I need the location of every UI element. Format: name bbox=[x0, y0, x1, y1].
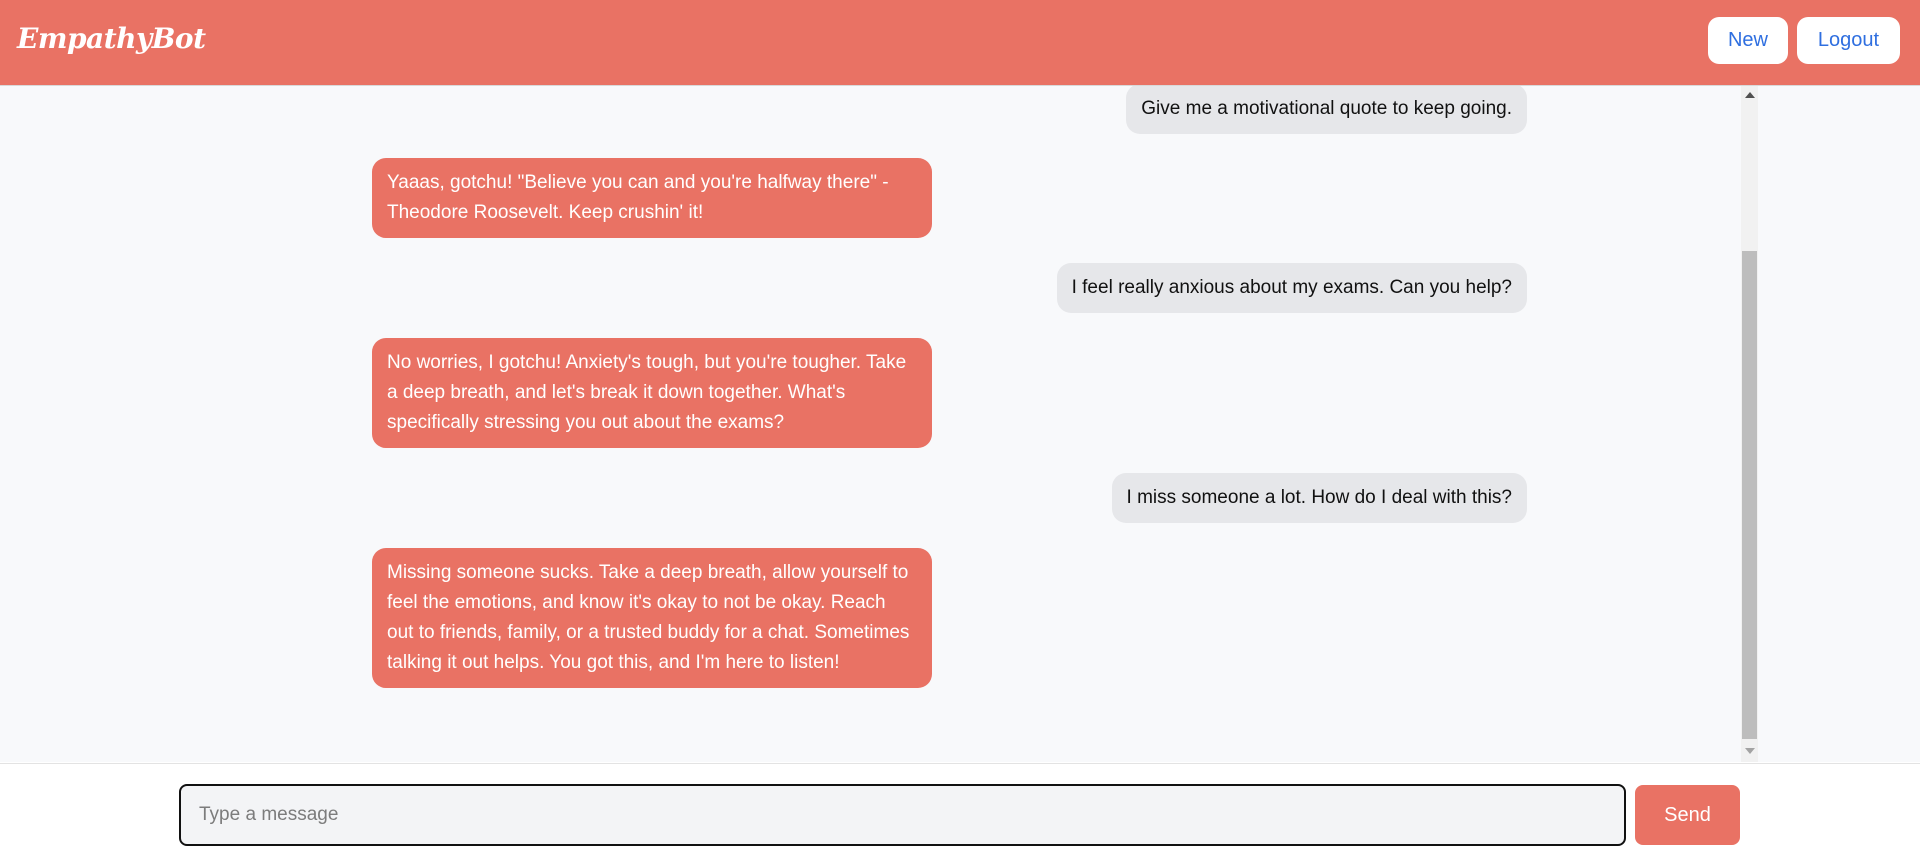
bot-message: Missing someone sucks. Take a deep breat… bbox=[372, 548, 932, 688]
message-composer: Send bbox=[0, 763, 1920, 863]
message-input[interactable] bbox=[179, 784, 1626, 846]
user-message: I miss someone a lot. How do I deal with… bbox=[1111, 473, 1527, 523]
app-header: EmpathyBot New Logout bbox=[0, 0, 1920, 86]
bot-message: Yaaas, gotchu! "Believe you can and you'… bbox=[372, 158, 932, 238]
user-message: I feel really anxious about my exams. Ca… bbox=[1056, 263, 1527, 313]
brand-logo: EmpathyBot bbox=[17, 22, 206, 55]
chat-messages[interactable]: Give me a motivational quote to keep goi… bbox=[0, 86, 1920, 762]
logout-button[interactable]: Logout bbox=[1797, 17, 1900, 64]
send-button[interactable]: Send bbox=[1635, 785, 1740, 845]
chat-scrollbar[interactable] bbox=[1741, 86, 1758, 762]
scrollbar-thumb[interactable] bbox=[1742, 251, 1757, 739]
new-chat-button[interactable]: New bbox=[1708, 17, 1788, 64]
scroll-down-arrow-icon[interactable] bbox=[1745, 748, 1755, 754]
scroll-up-arrow-icon[interactable] bbox=[1745, 92, 1755, 98]
user-message: Give me a motivational quote to keep goi… bbox=[1126, 86, 1527, 134]
bot-message: No worries, I gotchu! Anxiety's tough, b… bbox=[372, 338, 932, 448]
